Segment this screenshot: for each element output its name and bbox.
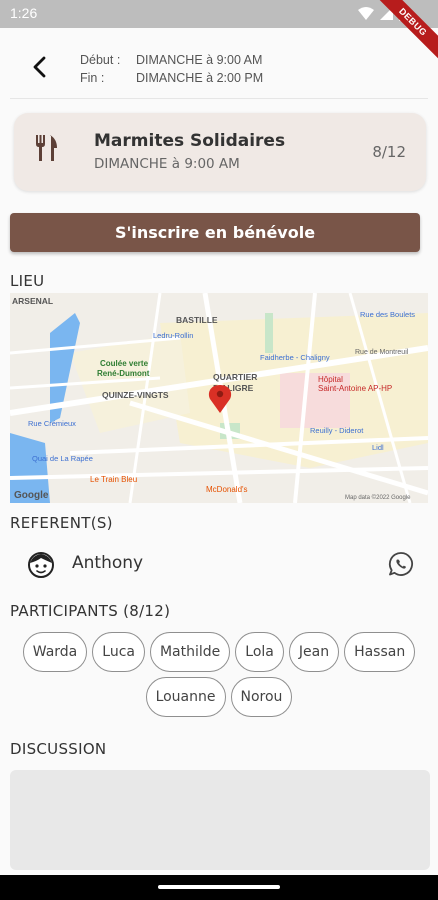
map-label-ledru: Ledru-Rollin <box>153 331 193 340</box>
back-button[interactable] <box>24 52 54 82</box>
map-label-boulets: Rue des Boulets <box>360 310 415 319</box>
map-data-attribution: Map data ©2022 Google <box>345 494 411 501</box>
start-date-row: Début : DIMANCHE à 9:00 AM <box>80 51 263 69</box>
event-title: Marmites Solidaires <box>94 131 286 151</box>
map-label-bastille: BASTILLE <box>176 315 218 325</box>
section-participants: PARTICIPANTS (8/12) <box>10 602 171 620</box>
map-label-montreuil: Rue de Montreuil <box>355 349 409 356</box>
map-label-hopital1: Hôpital <box>318 375 343 384</box>
section-discussion: DISCUSSION <box>10 740 107 758</box>
status-bar: 1:26 DEBUG <box>0 0 438 67</box>
map-label-rapee: Quai de La Rapée <box>32 454 93 463</box>
map-park-area <box>265 313 273 353</box>
participant-chip[interactable]: Mathilde <box>149 632 231 672</box>
map-google-logo: Google <box>14 490 49 501</box>
start-value: DIMANCHE à 9:00 AM <box>136 53 263 67</box>
participant-chip[interactable]: Warda <box>22 632 88 672</box>
header-divider <box>10 98 428 99</box>
face-icon <box>28 552 54 578</box>
discussion-box[interactable] <box>10 770 430 870</box>
header: Début : DIMANCHE à 9:00 AM Fin : DIMANCH… <box>0 28 438 98</box>
volunteer-signup-button[interactable]: S'inscrire en bénévole <box>10 213 420 252</box>
map-label-hopital2: Saint-Antoine AP-HP <box>318 384 392 393</box>
end-label: Fin : <box>80 71 105 85</box>
map-label-coulee1: Coulée verte <box>100 359 149 368</box>
map-label-train: Le Train Bleu <box>90 475 137 484</box>
back-arrow-icon <box>33 56 46 78</box>
whatsapp-icon[interactable] <box>388 551 414 577</box>
home-gesture-handle[interactable] <box>158 885 280 889</box>
participant-chip[interactable]: Lola <box>235 632 284 672</box>
referent-row: Anthony <box>10 543 428 585</box>
section-referents: REFERENT(S) <box>10 514 113 532</box>
map-label-cremieux: Rue Crémieux <box>28 419 76 428</box>
map-label-quartier: QUARTIER <box>213 372 257 382</box>
start-label: Début : <box>80 53 121 67</box>
participant-chip[interactable]: Jean <box>288 632 340 672</box>
participants-list: Warda Luca Mathilde Lola Jean Hassan Lou… <box>10 632 428 717</box>
restaurant-icon <box>36 135 57 161</box>
event-subtitle: DIMANCHE à 9:00 AM <box>94 156 240 172</box>
map-label-coulee2: René-Dumont <box>97 369 150 378</box>
map-label-reuilly: Reuilly - Diderot <box>310 426 364 435</box>
end-value: DIMANCHE à 2:00 PM <box>136 71 264 85</box>
participant-chip[interactable]: Luca <box>92 632 145 672</box>
wifi-icon <box>358 7 374 20</box>
end-date-row: Fin : DIMANCHE à 2:00 PM <box>80 69 263 87</box>
system-nav-bar <box>0 875 438 900</box>
event-card[interactable]: Marmites Solidaires DIMANCHE à 9:00 AM 8… <box>14 113 426 191</box>
event-volunteer-count: 8/12 <box>372 143 406 161</box>
map-label-lidl: Lidl <box>372 443 384 452</box>
participant-chip[interactable]: Louanne <box>145 677 226 717</box>
section-lieu: LIEU <box>10 272 45 290</box>
map-label-arsenal: ARSENAL <box>12 296 53 306</box>
map-canvas: ARSENAL BASTILLE Ledru-Rollin Faidherbe … <box>10 293 428 503</box>
map-label-mcdo: McDonald's <box>206 485 248 494</box>
location-map[interactable]: ARSENAL BASTILLE Ledru-Rollin Faidherbe … <box>10 293 428 503</box>
participant-chip[interactable]: Norou <box>230 677 293 717</box>
map-label-faidherbe: Faidherbe - Chaligny <box>260 353 330 362</box>
event-dates: Début : DIMANCHE à 9:00 AM Fin : DIMANCH… <box>80 51 263 87</box>
participant-chip[interactable]: Hassan <box>344 632 416 672</box>
map-label-quinze: QUINZE-VINGTS <box>102 390 169 400</box>
referent-name: Anthony <box>72 553 144 573</box>
status-time: 1:26 <box>10 5 38 21</box>
